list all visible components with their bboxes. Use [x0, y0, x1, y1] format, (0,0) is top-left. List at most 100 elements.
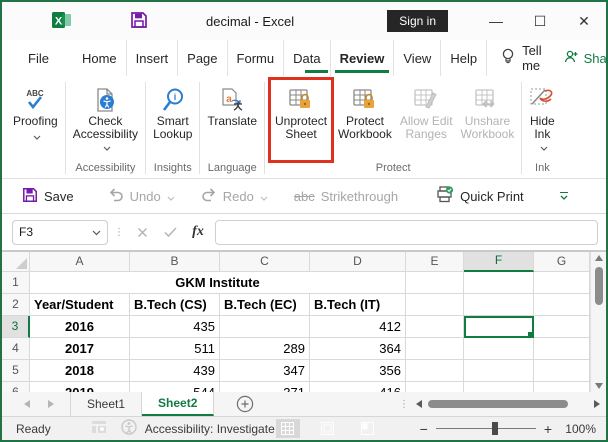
cell-a6[interactable]: 2019: [30, 382, 130, 392]
proofing-button[interactable]: ABC Proofing: [9, 80, 62, 172]
cell-f6[interactable]: [464, 382, 534, 392]
cell-f1[interactable]: [464, 272, 534, 294]
cell-b2[interactable]: B.Tech (CS): [130, 294, 220, 316]
chevron-down-icon[interactable]: [92, 225, 101, 239]
row-header-2[interactable]: 2: [2, 294, 30, 316]
cell-d6[interactable]: 416: [310, 382, 406, 392]
cell-f2[interactable]: [464, 294, 534, 316]
column-header-d[interactable]: D: [310, 252, 406, 272]
tell-me[interactable]: Tell me: [501, 40, 542, 76]
cell-e2[interactable]: [406, 294, 464, 316]
cancel-icon[interactable]: [131, 227, 153, 238]
cell-g2[interactable]: [534, 294, 590, 316]
cell-a3[interactable]: 2016: [30, 316, 130, 338]
qat-save-button[interactable]: Save: [16, 184, 80, 209]
tab-splitter[interactable]: ⋮: [399, 399, 410, 410]
column-header-e[interactable]: E: [406, 252, 464, 272]
row-header-3[interactable]: 3: [2, 316, 30, 338]
sheet-tab-sheet2[interactable]: Sheet2: [142, 392, 215, 416]
qat-quick-print-button[interactable]: Quick Print: [430, 183, 530, 209]
row-header-1[interactable]: 1: [2, 272, 30, 294]
tab-formu[interactable]: Formu: [228, 40, 285, 76]
cell-e4[interactable]: [406, 338, 464, 360]
cell-c5[interactable]: 347: [220, 360, 310, 382]
horizontal-scrollbar[interactable]: ⋮: [399, 392, 606, 416]
cell-c2[interactable]: B.Tech (EC): [220, 294, 310, 316]
name-box[interactable]: F3: [12, 219, 108, 245]
tab-review[interactable]: Review: [331, 40, 395, 76]
unprotect-sheet-button[interactable]: Unprotect Sheet: [271, 80, 331, 160]
row-header-5[interactable]: 5: [2, 360, 30, 382]
tab-data[interactable]: Data: [284, 40, 331, 76]
tab-help[interactable]: Help: [441, 40, 488, 76]
cell-d2[interactable]: B.Tech (IT): [310, 294, 406, 316]
cell-c6[interactable]: 371: [220, 382, 310, 392]
check-accessibility-button[interactable]: Check Accessibility: [69, 80, 142, 160]
cell-g1[interactable]: [534, 272, 590, 294]
formula-bar-splitter[interactable]: ⋮: [114, 227, 125, 238]
tab-view[interactable]: View: [394, 40, 442, 76]
next-sheet-icon[interactable]: [48, 400, 54, 408]
vertical-scroll-thumb[interactable]: [594, 267, 603, 305]
cell-f4[interactable]: [464, 338, 534, 360]
maximize-button[interactable]: ☐: [518, 13, 562, 30]
qat-redo-button[interactable]: Redo: [195, 185, 274, 208]
scroll-left-icon[interactable]: [416, 400, 422, 408]
cell-b5[interactable]: 439: [130, 360, 220, 382]
cell-f5[interactable]: [464, 360, 534, 382]
row-header-6[interactable]: 6: [2, 382, 30, 392]
translate-button[interactable]: a Translate: [203, 80, 261, 160]
tab-file[interactable]: File: [14, 40, 63, 76]
cell-b3[interactable]: 435: [130, 316, 220, 338]
cell-g6[interactable]: [534, 382, 590, 392]
new-sheet-button[interactable]: [236, 392, 254, 416]
cell-b4[interactable]: 511: [130, 338, 220, 360]
cell-c4[interactable]: 289: [220, 338, 310, 360]
qat-undo-button[interactable]: Undo: [102, 185, 181, 208]
page-break-view-button[interactable]: [356, 419, 380, 438]
share-button[interactable]: Share: [564, 40, 608, 76]
column-header-b[interactable]: B: [130, 252, 220, 272]
save-icon[interactable]: [130, 11, 148, 32]
qat-strikethrough-button[interactable]: abc Strikethrough: [288, 186, 404, 207]
hide-ink-button[interactable]: Hide Ink: [525, 80, 559, 160]
cell-e1[interactable]: [406, 272, 464, 294]
column-header-g[interactable]: G: [534, 252, 590, 272]
cell-a4[interactable]: 2017: [30, 338, 130, 360]
sign-in-button[interactable]: Sign in: [387, 10, 448, 32]
select-all-corner[interactable]: [2, 252, 30, 272]
scroll-up-icon[interactable]: [594, 255, 603, 261]
column-header-c[interactable]: C: [220, 252, 310, 272]
smart-lookup-button[interactable]: i Smart Lookup: [149, 80, 196, 160]
accessibility-icon[interactable]: [120, 419, 137, 438]
cell-a2[interactable]: Year/Student: [30, 294, 130, 316]
horizontal-scroll-thumb[interactable]: [428, 400, 568, 408]
tab-page[interactable]: Page: [178, 40, 228, 76]
scroll-down-icon[interactable]: [594, 383, 603, 389]
customize-qat-button[interactable]: [559, 191, 568, 201]
sheet-tab-sheet1[interactable]: Sheet1: [71, 392, 143, 416]
row-header-4[interactable]: 4: [2, 338, 30, 360]
cell-a5[interactable]: 2018: [30, 360, 130, 382]
insert-function-icon[interactable]: fx: [187, 224, 209, 240]
scroll-right-icon[interactable]: [594, 400, 600, 408]
column-header-f[interactable]: F: [464, 252, 534, 272]
cell-e5[interactable]: [406, 360, 464, 382]
vertical-scrollbar[interactable]: [590, 252, 606, 392]
protect-workbook-button[interactable]: Protect Workbook: [334, 80, 396, 160]
accessibility-status[interactable]: Accessibility: Investigate: [145, 422, 275, 436]
chevron-down-icon[interactable]: [167, 189, 175, 204]
cell-f3[interactable]: [464, 316, 534, 338]
cell-g5[interactable]: [534, 360, 590, 382]
cell-c3[interactable]: [220, 316, 310, 338]
cell-b6[interactable]: 544: [130, 382, 220, 392]
column-header-a[interactable]: A: [30, 252, 130, 272]
chevron-down-icon[interactable]: [260, 189, 268, 204]
zoom-slider[interactable]: [435, 422, 536, 435]
cell-d4[interactable]: 364: [310, 338, 406, 360]
cell-a1[interactable]: GKM Institute: [30, 272, 406, 294]
zoom-slider-thumb[interactable]: [491, 422, 498, 435]
cell-g3[interactable]: [534, 316, 590, 338]
prev-sheet-icon[interactable]: [24, 400, 30, 408]
tab-insert[interactable]: Insert: [127, 40, 179, 76]
